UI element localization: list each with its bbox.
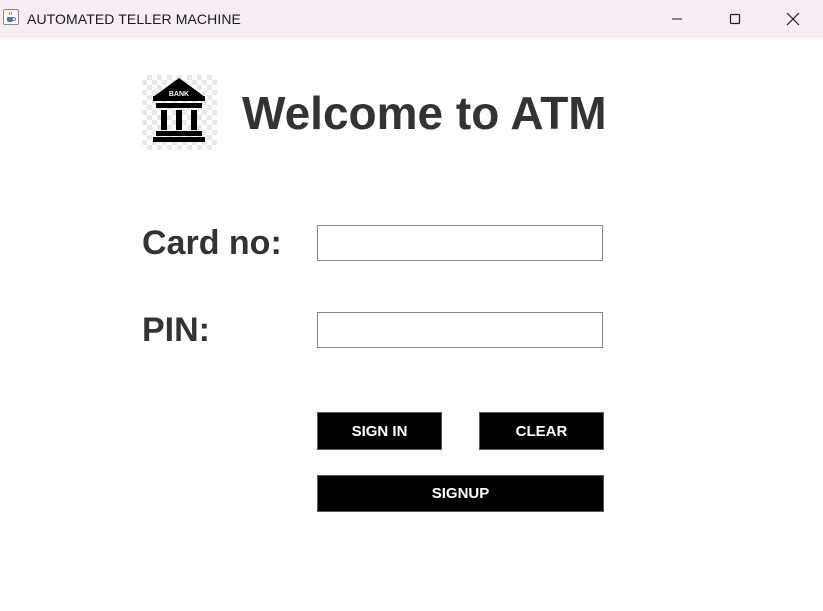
clear-button[interactable]: CLEAR	[479, 412, 604, 450]
close-button[interactable]	[765, 0, 821, 38]
logo-text: BANK	[169, 91, 189, 98]
title-bar[interactable]: AUTOMATED TELLER MACHINE	[0, 0, 823, 38]
signup-button[interactable]: SIGNUP	[317, 475, 604, 512]
card-number-label: Card no:	[142, 224, 282, 262]
pin-label: PIN:	[142, 311, 210, 349]
card-number-field[interactable]	[317, 225, 603, 261]
page-title: Welcome to ATM	[242, 87, 607, 139]
atm-window: AUTOMATED TELLER MACHINE BANK Welcome to…	[0, 0, 823, 611]
pin-field[interactable]	[317, 312, 603, 348]
minimize-icon	[672, 18, 682, 20]
close-icon	[786, 12, 800, 26]
sign-in-button[interactable]: SIGN IN	[317, 412, 442, 450]
window-title: AUTOMATED TELLER MACHINE	[27, 11, 241, 27]
java-cup-icon[interactable]	[3, 9, 19, 25]
maximize-icon	[729, 13, 741, 25]
maximize-button[interactable]	[707, 0, 763, 38]
bank-building-icon: BANK	[142, 75, 217, 150]
minimize-button[interactable]	[649, 0, 705, 38]
